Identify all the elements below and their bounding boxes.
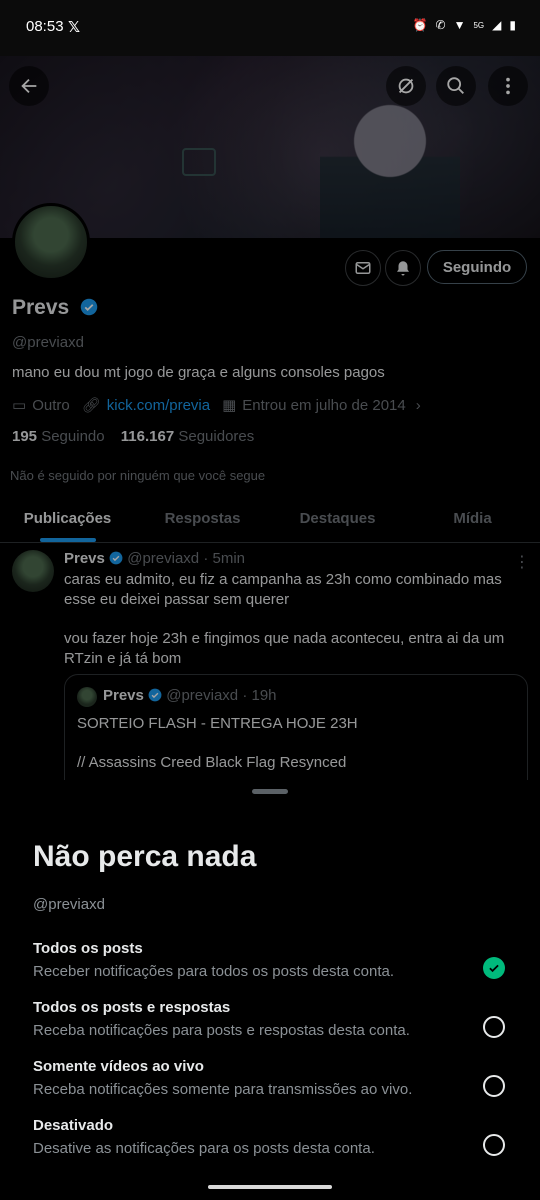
option-all-posts-desc[interactable]: Receber notificações para todos os posts… <box>33 963 394 980</box>
option-live-only-desc[interactable]: Receba notificações somente para transmi… <box>33 1081 412 1098</box>
option-live-only-radio[interactable] <box>483 1075 505 1097</box>
system-icons: ⏰ ✆ ▼ 5G ◢ ▮ <box>413 18 516 32</box>
option-posts-replies-title[interactable]: Todos os posts e respostas <box>33 999 230 1016</box>
option-off-title[interactable]: Desativado <box>33 1117 113 1134</box>
alarm-icon: ⏰ <box>412 18 428 32</box>
option-all-posts-title[interactable]: Todos os posts <box>33 940 143 957</box>
option-off-desc[interactable]: Desative as notificações para os posts d… <box>33 1140 375 1157</box>
check-icon <box>489 964 499 973</box>
wifi-icon: ▼ <box>453 18 466 32</box>
option-live-only-title[interactable]: Somente vídeos ao vivo <box>33 1058 204 1075</box>
status-time: 08:53 <box>26 18 64 35</box>
sheet-handle-text: @previaxd <box>33 896 105 913</box>
signal-icon: ◢ <box>492 18 502 32</box>
call-icon: ✆ <box>435 18 446 32</box>
gesture-nav-bar[interactable] <box>208 1185 332 1189</box>
option-off-radio[interactable] <box>483 1134 505 1156</box>
sheet-drag-handle[interactable] <box>252 789 288 794</box>
option-all-posts-radio[interactable] <box>483 957 505 979</box>
network-label: 5G <box>473 20 485 30</box>
battery-icon: ▮ <box>509 18 516 32</box>
option-posts-replies-desc[interactable]: Receba notificações para posts e respost… <box>33 1022 410 1039</box>
option-posts-replies-radio[interactable] <box>483 1016 505 1038</box>
x-logo-icon: 𝕏 <box>68 19 81 36</box>
dim-overlay[interactable] <box>0 56 540 796</box>
sheet-title: Não perca nada <box>33 840 257 873</box>
